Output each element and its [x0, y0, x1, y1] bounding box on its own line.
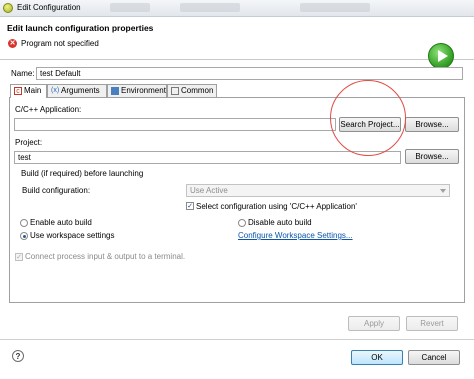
- run-icon: [428, 43, 454, 69]
- application-field[interactable]: [14, 118, 336, 131]
- select-config-checkbox[interactable]: ✓: [186, 202, 194, 210]
- arguments-icon: (x): [51, 87, 60, 94]
- tab-common[interactable]: Common: [167, 84, 217, 97]
- connect-terminal-label: Connect process input & output to a term…: [25, 252, 186, 261]
- edit-configuration-dialog: Edit Configuration Edit launch configura…: [0, 0, 474, 379]
- eclipse-app-icon: [3, 3, 13, 13]
- enable-auto-build-radio[interactable]: [20, 219, 28, 227]
- use-workspace-settings-label: Use workspace settings: [30, 231, 115, 240]
- tab-environment[interactable]: Environment: [107, 84, 167, 97]
- tab-arguments[interactable]: (x) Arguments: [47, 84, 107, 97]
- header-banner: Edit launch configuration properties ✕ P…: [0, 17, 474, 69]
- tab-main-label: Main: [24, 86, 42, 95]
- browse-project-button[interactable]: Browse...: [405, 149, 459, 164]
- tab-main[interactable]: c Main: [10, 84, 47, 98]
- tab-arguments-label: Arguments: [61, 86, 100, 95]
- error-message: Program not specified: [21, 39, 99, 48]
- error-icon: ✕: [8, 39, 17, 48]
- application-label: C/C++ Application:: [15, 105, 82, 114]
- common-icon: [171, 87, 179, 95]
- build-config-value: Use Active: [190, 186, 228, 195]
- blurred-taskbar-region: [110, 3, 150, 12]
- build-group-label: Build (if required) before launching: [21, 169, 144, 178]
- ok-button[interactable]: OK: [351, 350, 403, 365]
- build-config-dropdown[interactable]: Use Active: [186, 184, 450, 197]
- apply-button[interactable]: Apply: [348, 316, 400, 331]
- enable-auto-build-label: Enable auto build: [30, 218, 92, 227]
- name-label: Name:: [11, 69, 35, 78]
- window-title: Edit Configuration: [17, 3, 81, 12]
- project-field[interactable]: test: [14, 151, 401, 164]
- build-config-label: Build configuration:: [22, 186, 91, 195]
- footer-divider: [0, 339, 474, 340]
- blurred-taskbar-region: [180, 3, 240, 12]
- title-bar: Edit Configuration: [0, 0, 474, 17]
- disable-auto-build-radio[interactable]: [238, 219, 246, 227]
- tab-common-label: Common: [181, 86, 214, 95]
- main-tab-icon: c: [14, 87, 22, 95]
- help-icon[interactable]: ?: [12, 350, 24, 362]
- revert-button[interactable]: Revert: [406, 316, 458, 331]
- cancel-button[interactable]: Cancel: [408, 350, 460, 365]
- environment-icon: [111, 87, 119, 95]
- tab-environment-label: Environment: [121, 86, 166, 95]
- banner-title: Edit launch configuration properties: [7, 23, 154, 33]
- configure-workspace-settings-link[interactable]: Configure Workspace Settings...: [238, 231, 353, 240]
- use-workspace-settings-radio[interactable]: [20, 232, 28, 240]
- annotation-circle: [330, 80, 406, 156]
- project-label: Project:: [15, 138, 43, 147]
- connect-terminal-checkbox[interactable]: ✓: [15, 253, 23, 261]
- chevron-down-icon: [440, 189, 446, 193]
- disable-auto-build-label: Disable auto build: [248, 218, 312, 227]
- blurred-taskbar-region: [300, 3, 370, 12]
- name-field[interactable]: test Default: [36, 67, 463, 80]
- browse-application-button[interactable]: Browse...: [405, 117, 459, 132]
- select-config-label: Select configuration using 'C/C++ Applic…: [196, 202, 357, 211]
